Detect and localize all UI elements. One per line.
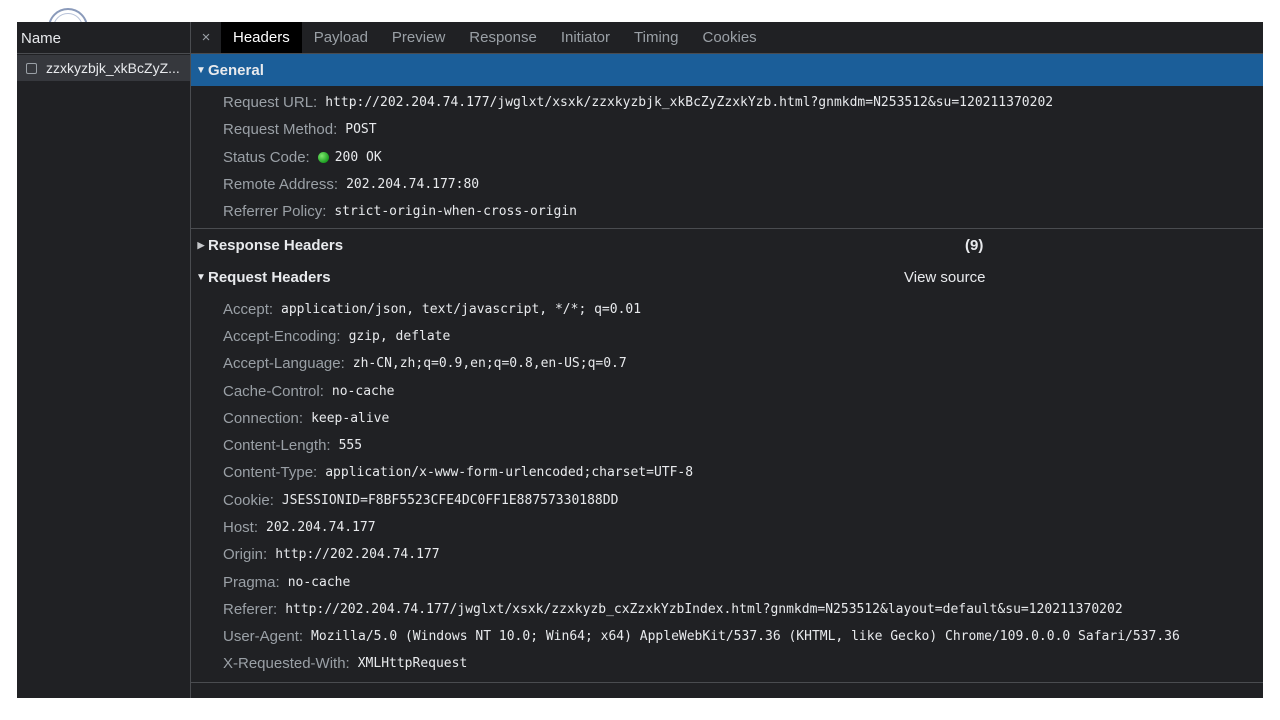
general-section-body: Request URL: http://202.204.74.177/jwglx… (191, 86, 1263, 228)
header-value: 202.204.74.177:80 (346, 177, 480, 193)
header-value: XMLHttpRequest (357, 656, 468, 672)
tab-timing[interactable]: Timing (622, 22, 690, 53)
header-key: Referrer Policy: (223, 203, 327, 221)
header-key: User-Agent: (223, 628, 304, 646)
section-divider (191, 681, 1263, 683)
tab-preview[interactable]: Preview (380, 22, 457, 53)
request-headers-body: Accept: application/json, text/javascript… (191, 293, 1263, 677)
header-key: Origin: (223, 546, 268, 564)
header-key: Cookie: (223, 491, 274, 509)
request-header-row: Connection: keep-alive (191, 405, 1263, 432)
checkbox-icon[interactable] (26, 62, 37, 74)
triangle-down-icon: ▼ (196, 271, 206, 283)
header-key: Remote Address: (223, 176, 339, 194)
request-row[interactable]: zzxkyzbjk_xkBcZyZ... (17, 55, 190, 81)
header-value: gzip, deflate (348, 328, 451, 344)
header-key: Host: (223, 519, 259, 536)
header-value: http://202.204.74.177 (275, 547, 440, 563)
tab-initiator[interactable]: Initiator (549, 22, 622, 53)
header-key: Content-Length: (223, 437, 331, 455)
request-list: Name zzxkyzbjk_xkBcZyZ... (17, 22, 191, 698)
close-icon[interactable]: × (191, 22, 221, 53)
header-value: strict-origin-when-cross-origin (334, 204, 577, 220)
header-key: X-Requested-With: (223, 655, 350, 673)
response-headers-section-header[interactable]: ▶ Response Headers (9) (191, 229, 1263, 261)
request-header-row: Content-Length: 555 (191, 432, 1263, 459)
general-section-title: General (208, 61, 264, 79)
response-headers-count: (9) (965, 236, 984, 254)
request-header-row: Host: 202.204.74.177 (191, 514, 1263, 541)
request-header-row: Accept-Language: zh-CN,zh;q=0.9,en;q=0.8,… (191, 350, 1263, 377)
request-details: × Headers Payload Preview Response Initi… (191, 22, 1263, 698)
header-key: Accept: (223, 300, 274, 318)
request-header-row: Accept: application/json, text/javascript… (191, 295, 1263, 322)
header-key: Connection: (223, 409, 304, 427)
header-value: JSESSIONID=F8BF5523CFE4DC0FF1E8875733018… (281, 492, 619, 508)
tab-payload[interactable]: Payload (302, 22, 380, 53)
header-value: keep-alive (311, 410, 390, 426)
request-header-row: Origin: http://202.204.74.177 (191, 541, 1263, 568)
general-section-header[interactable]: ▼ General (191, 54, 1263, 86)
header-value: POST (345, 122, 377, 138)
header-key: Request Method: (223, 121, 338, 139)
request-header-row: X-Requested-With: XMLHttpRequest (191, 650, 1263, 677)
name-column-header[interactable]: Name (17, 22, 190, 54)
request-header-row: Content-Type: application/x-www-form-urle… (191, 459, 1263, 486)
header-value: zh-CN,zh;q=0.9,en;q=0.8,en-US;q=0.7 (352, 356, 627, 372)
header-value: 555 (338, 438, 363, 454)
header-value: 200 OK (334, 149, 382, 165)
response-headers-title: Response Headers (208, 236, 344, 254)
triangle-right-icon: ▶ (197, 239, 205, 250)
general-row-request-method: Request Method: POST (191, 116, 1263, 143)
request-headers-section-header[interactable]: ▼ Request Headers View source (191, 261, 1263, 293)
view-source-link[interactable]: View source (904, 269, 985, 286)
header-key: Request URL: (223, 94, 318, 112)
header-key: Accept-Encoding: (223, 327, 341, 345)
header-value: no-cache (287, 574, 351, 590)
tab-headers[interactable]: Headers (221, 22, 302, 53)
request-header-row: Cache-Control: no-cache (191, 377, 1263, 404)
request-header-row: Pragma: no-cache (191, 568, 1263, 595)
header-value: application/json, text/javascript, */*; … (281, 301, 642, 317)
header-key: Pragma: (223, 573, 280, 591)
general-row-request-url: Request URL: http://202.204.74.177/jwglx… (191, 89, 1263, 116)
header-key: Status Code: (223, 148, 310, 166)
header-key: Content-Type: (223, 464, 318, 482)
header-value: http://202.204.74.177/jwglxt/xsxk/zzxkyz… (325, 95, 1054, 111)
header-key: Referer: (223, 600, 278, 618)
tab-cookies[interactable]: Cookies (690, 22, 768, 53)
header-key: Cache-Control: (223, 382, 324, 400)
request-header-row: User-Agent: Mozilla/5.0 (Windows NT 10.0;… (191, 623, 1263, 650)
header-value: no-cache (331, 383, 395, 399)
header-value: application/x-www-form-urlencoded;charse… (325, 465, 694, 481)
request-name: zzxkyzbjk_xkBcZyZ... (46, 60, 180, 76)
request-header-row: Cookie: JSESSIONID=F8BF5523CFE4DC0FF1E887… (191, 487, 1263, 514)
request-header-row: Accept-Encoding: gzip, deflate (191, 323, 1263, 350)
devtools-network-panel: Name zzxkyzbjk_xkBcZyZ... × Headers Payl… (17, 22, 1263, 698)
tab-response[interactable]: Response (457, 22, 549, 53)
general-row-remote-address: Remote Address: 202.204.74.177:80 (191, 171, 1263, 198)
header-value: http://202.204.74.177/jwglxt/xsxk/zzxkyz… (285, 601, 1123, 617)
header-value: 202.204.74.177 (266, 520, 376, 535)
details-tabbar: × Headers Payload Preview Response Initi… (191, 22, 1263, 54)
header-key: Accept-Language: (223, 355, 345, 373)
logo-fragment (46, 6, 90, 22)
general-row-status-code: Status Code: 200 OK (191, 144, 1263, 171)
general-row-referrer-policy: Referrer Policy: strict-origin-when-cros… (191, 198, 1263, 225)
triangle-down-icon: ▼ (196, 64, 206, 76)
header-value: Mozilla/5.0 (Windows NT 10.0; Win64; x64… (311, 629, 1180, 645)
request-header-row: Referer: http://202.204.74.177/jwglxt/xsx… (191, 596, 1263, 623)
request-headers-title: Request Headers (208, 268, 331, 286)
status-ok-icon (317, 151, 329, 163)
